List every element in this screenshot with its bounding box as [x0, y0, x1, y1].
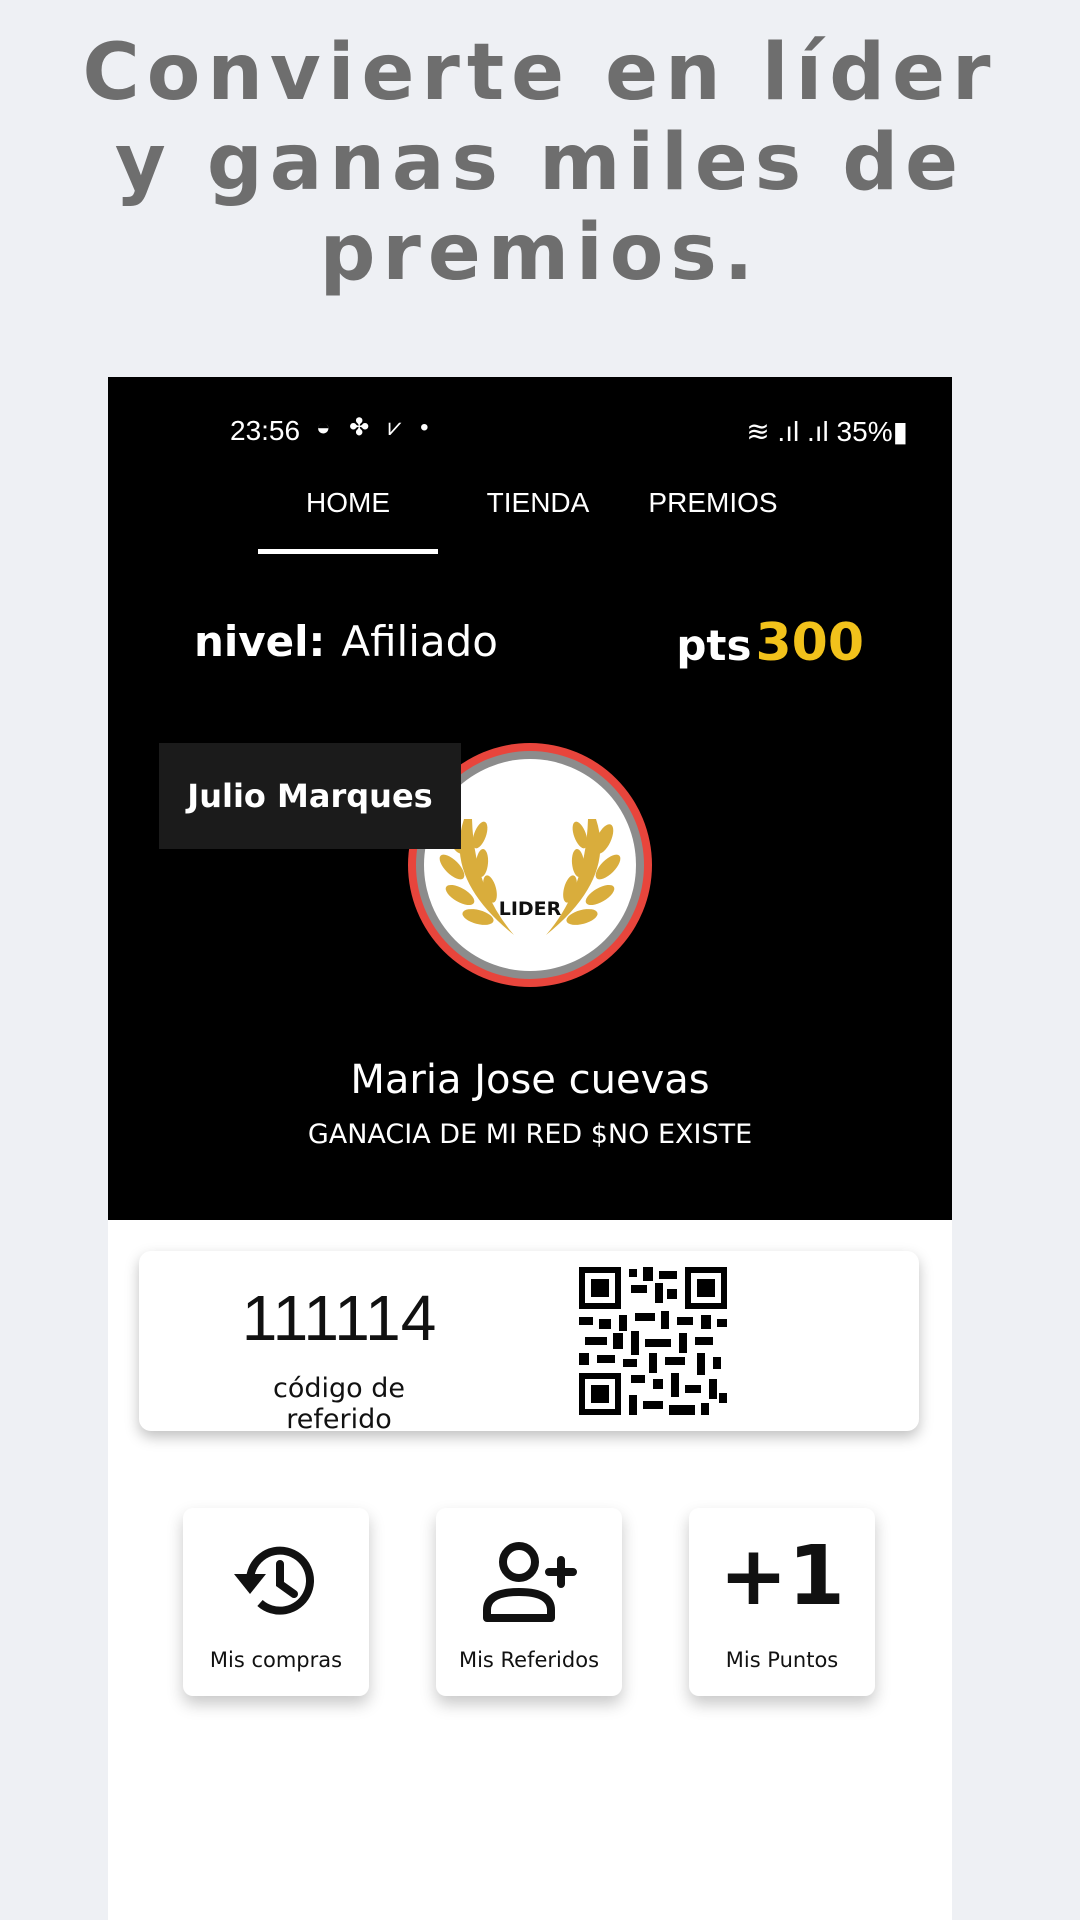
- status-bar: 23:56 ◒ ✤ ⩗ • ≋ .ıl .ıl 35%▮: [108, 413, 952, 453]
- history-icon: [234, 1546, 314, 1615]
- mis-referidos-button[interactable]: Mis Referidos: [436, 1508, 622, 1696]
- tab-bar: HOME TIENDA PREMIOS: [108, 487, 952, 547]
- badge-text: LIDER: [499, 898, 562, 920]
- tab-tienda[interactable]: TIENDA: [458, 487, 618, 519]
- user-name: Maria Jose cuevas: [350, 1057, 710, 1103]
- points-display: pts300: [676, 613, 864, 673]
- mis-referidos-label: Mis Referidos: [458, 1648, 600, 1672]
- mis-puntos-button[interactable]: +1 Mis Puntos: [689, 1508, 875, 1696]
- qr-code-icon[interactable]: [579, 1267, 727, 1415]
- referral-card: 111114 código de referido: [139, 1251, 919, 1435]
- level-label: nivel:: [194, 617, 326, 666]
- level-value: Afiliado: [341, 617, 498, 666]
- notification-icons: ◒ ✤ ⩗ •: [316, 414, 435, 441]
- network-gain-text: GANACIA DE MI RED $NO EXISTE: [307, 1119, 753, 1150]
- points-label: pts: [676, 621, 752, 670]
- referral-code: 111114: [241, 1282, 437, 1354]
- add-user-icon: [483, 1542, 577, 1622]
- profile-header: 23:56 ◒ ✤ ⩗ • ≋ .ıl .ıl 35%▮ HOME TIENDA…: [108, 377, 952, 1220]
- phone-screenshot: 23:56 ◒ ✤ ⩗ • ≋ .ıl .ıl 35%▮ HOME TIENDA…: [108, 377, 952, 1920]
- level-row: nivel: Afiliado: [194, 617, 498, 666]
- mis-compras-label: Mis compras: [209, 1648, 343, 1672]
- mis-puntos-label: Mis Puntos: [725, 1648, 839, 1672]
- name-tooltip: Julio Marques: [159, 743, 461, 849]
- active-tab-indicator: [258, 549, 438, 554]
- plus-one-icon: +1: [719, 1529, 845, 1624]
- tab-home[interactable]: HOME: [258, 487, 438, 519]
- page-headline: Convierte en líder y ganas miles de prem…: [82, 28, 998, 298]
- mis-compras-button[interactable]: Mis compras: [183, 1508, 369, 1696]
- referral-label: código de referido: [273, 1373, 405, 1435]
- points-value: 300: [755, 613, 864, 673]
- status-time: 23:56: [230, 415, 301, 446]
- tab-premios[interactable]: PREMIOS: [628, 487, 798, 519]
- status-signal-battery: ≋ .ıl .ıl 35%▮: [746, 416, 908, 447]
